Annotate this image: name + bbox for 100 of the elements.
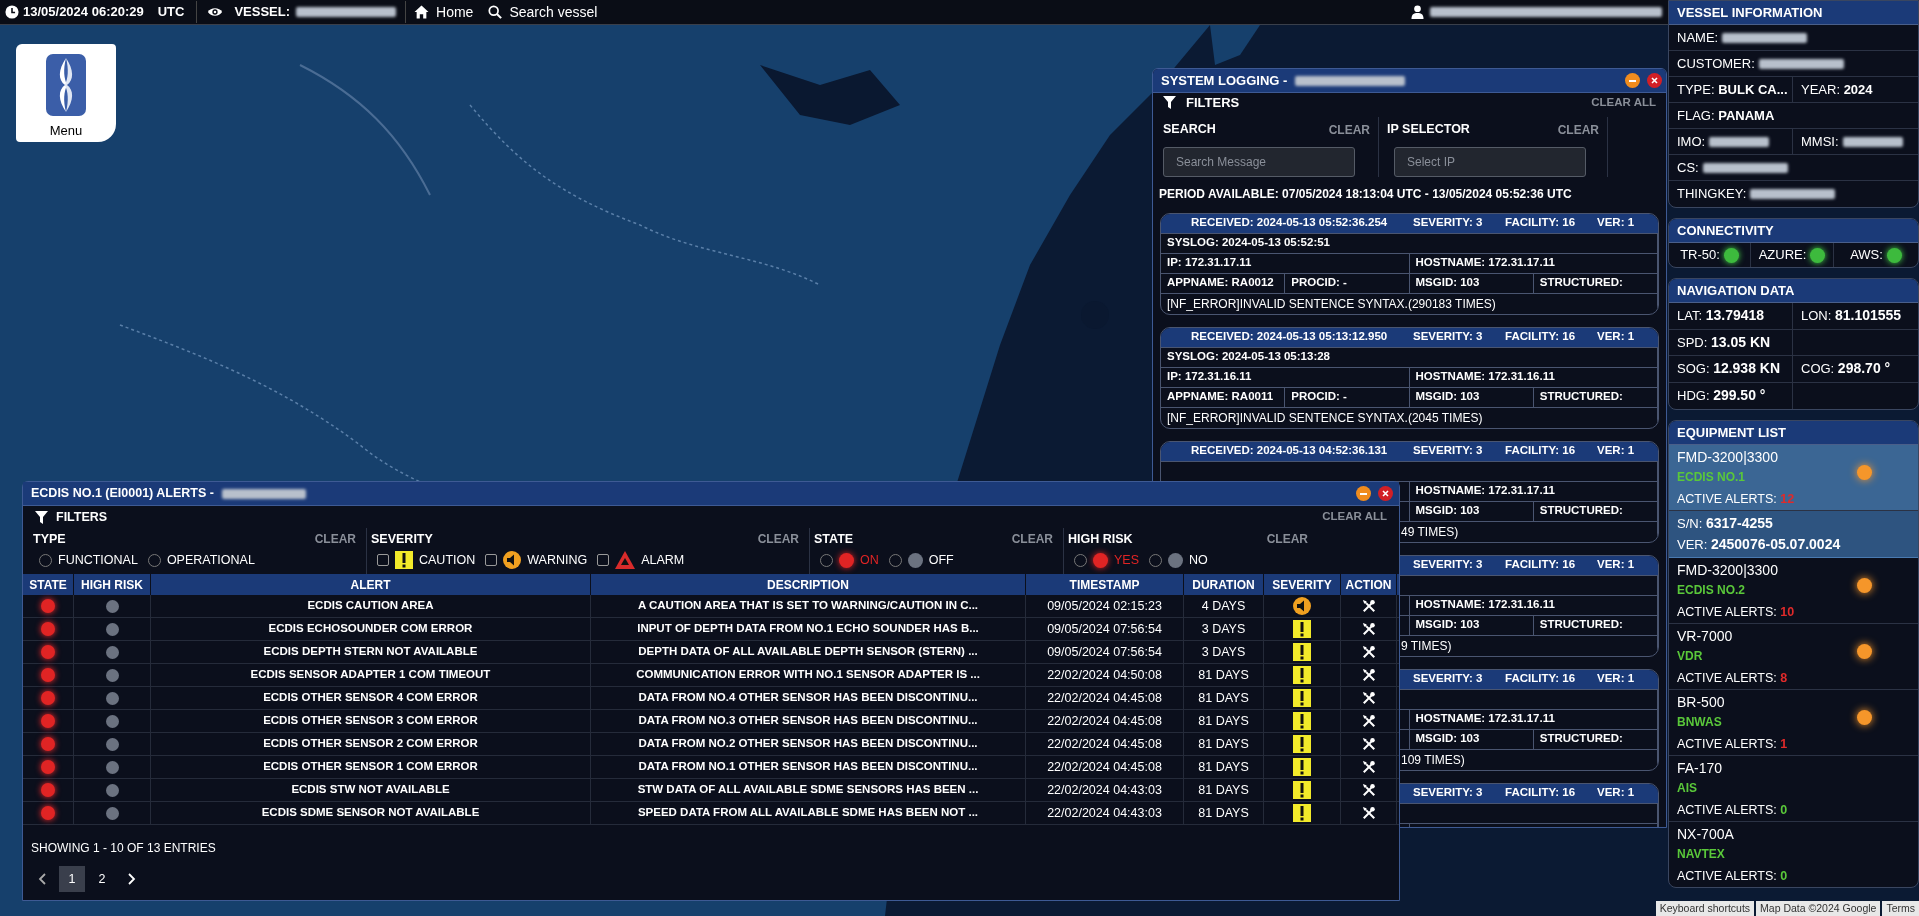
info-label: NAME: — [1677, 28, 1719, 47]
log-field: SEVERITY: 3 — [1413, 328, 1505, 346]
filter-label: STATE — [814, 530, 854, 548]
column-header[interactable]: ALERT — [151, 574, 591, 595]
clear-link[interactable]: CLEAR — [1557, 120, 1599, 139]
menu-button[interactable]: Menu — [16, 44, 116, 142]
equipment-model: FMD-3200|3300 — [1677, 561, 1779, 580]
table-cell-text: ECDIS SENSOR ADAPTER 1 COM TIMEOUT — [250, 667, 491, 683]
filter-option[interactable]: OFF — [888, 550, 954, 570]
log-message: 109 TIMES) — [1401, 751, 1465, 769]
clear-all-link[interactable]: CLEAR ALL — [1591, 94, 1656, 112]
tools-button[interactable] — [1361, 622, 1376, 636]
equipment-item[interactable]: FA-170 AIS ACTIVE ALERTS: 0 — [1669, 756, 1918, 822]
tools-button[interactable] — [1361, 645, 1376, 659]
column-header[interactable]: TIMESTAMP — [1026, 574, 1184, 595]
tools-button[interactable] — [1361, 691, 1376, 705]
equipment-item[interactable]: FMD-3200|3300 ECDIS NO.1 ACTIVE ALERTS: 12 — [1669, 445, 1918, 511]
table-cell-text: 09/05/2024 07:56:54 — [1047, 643, 1162, 661]
log-field: APPNAME: RA0012 — [1167, 274, 1274, 292]
table-cell-text: 81 DAYS — [1198, 804, 1249, 822]
timezone: UTC — [157, 3, 185, 22]
tools-button[interactable] — [1361, 760, 1376, 774]
equipment-name: BNWAS — [1677, 714, 1723, 731]
table-cell-text: ECDIS OTHER SENSOR 4 COM ERROR — [263, 690, 478, 706]
column-header[interactable]: DESCRIPTION — [591, 574, 1026, 595]
search-link[interactable]: Search vessel — [488, 1, 598, 23]
speaker-icon — [503, 551, 522, 569]
checkbox[interactable] — [597, 554, 610, 566]
column-header[interactable]: STATE — [23, 574, 74, 595]
clear-link[interactable]: CLEAR — [314, 530, 356, 548]
log-field: SEVERITY: 3 — [1413, 556, 1505, 574]
log-field: STRUCTURED: — [1539, 502, 1623, 520]
equipment-item[interactable]: NX-700A NAVTEX ACTIVE ALERTS: 0 — [1669, 822, 1918, 887]
filters-label: FILTERS — [56, 508, 108, 526]
map-attribution-link[interactable]: Terms — [1882, 901, 1919, 916]
log-field: MSGID: 103 — [1415, 502, 1480, 520]
filter-label: SEARCH — [1163, 121, 1216, 139]
ip-selector-field[interactable]: Select IP — [1394, 146, 1586, 177]
filter-option[interactable]: WARNING — [485, 550, 588, 570]
clear-link[interactable]: CLEAR — [1011, 530, 1053, 548]
tools-button[interactable] — [1361, 714, 1376, 728]
log-field: MSGID: 103 — [1415, 274, 1480, 292]
column-header[interactable]: ACTION — [1341, 574, 1397, 595]
table-cell-text: ECDIS OTHER SENSOR 1 COM ERROR — [263, 759, 478, 775]
minus-icon — [1629, 79, 1636, 82]
clear-all-link[interactable]: CLEAR ALL — [1322, 508, 1387, 526]
log-field: FACILITY: 16 — [1505, 556, 1597, 574]
search-field[interactable]: Search Message — [1163, 146, 1355, 177]
table-cell-text: ECDIS SDME SENSOR NOT AVAILABLE — [261, 805, 480, 821]
tools-button[interactable] — [1361, 806, 1376, 820]
equipment-item[interactable]: FMD-3200|3300 ECDIS NO.2 ACTIVE ALERTS: 10 — [1669, 558, 1918, 624]
map-attribution-link[interactable]: Map Data ©2024 Google — [1756, 901, 1881, 916]
equipment-item[interactable]: VR-7000 VDR ACTIVE ALERTS: 8 — [1669, 624, 1918, 690]
filter-option[interactable]: OPERATIONAL — [147, 550, 255, 570]
filter-option[interactable]: NO — [1149, 550, 1208, 570]
info-label: CS: — [1677, 158, 1699, 177]
filter-option[interactable]: YES — [1074, 550, 1139, 570]
column-header[interactable]: SEVERITY — [1264, 574, 1341, 595]
column-header[interactable]: DURATION — [1184, 574, 1264, 595]
equipment-model: VR-7000 — [1677, 627, 1734, 646]
page-button[interactable]: 1 — [59, 866, 85, 892]
page-button[interactable]: 2 — [89, 866, 115, 892]
filter-label: HIGH RISK — [1068, 530, 1133, 548]
logo-icon — [46, 54, 86, 116]
table-cell-text: DATA FROM NO.1 OTHER SENSOR HAS BEEN DISCONTINU... — [638, 759, 978, 775]
checkbox[interactable] — [485, 554, 498, 566]
filter-option[interactable]: ON — [820, 550, 879, 570]
log-field: RECEIVED: 2024-05-13 05:13:12.950 — [1191, 328, 1413, 346]
log-message: [NF_ERROR]INVALID SENTENCE SYNTAX.(290183 TIMES) — [1167, 295, 1496, 313]
map-attribution-link[interactable]: Keyboard shortcuts — [1655, 901, 1755, 916]
filter-option[interactable]: CAUTION — [377, 550, 476, 570]
log-field: HOSTNAME: 172.31.17.11 — [1415, 710, 1555, 728]
clear-link[interactable]: CLEAR — [1328, 120, 1370, 139]
table-cell-text: A CAUTION AREA THAT IS SET TO WARNING/CAUTION IN C... — [637, 598, 979, 614]
home-link[interactable]: Home — [414, 1, 474, 23]
tools-button[interactable] — [1361, 783, 1376, 797]
tools-button[interactable] — [1361, 668, 1376, 682]
tools-button[interactable] — [1361, 737, 1376, 751]
tools-icon — [1361, 783, 1376, 797]
table-cell-text: ECDIS CAUTION AREA — [307, 598, 434, 614]
panel-title: NAVIGATION DATA — [1669, 279, 1918, 303]
table-cell-text: 3 DAYS — [1201, 620, 1246, 638]
filter-option[interactable]: FUNCTIONAL — [39, 550, 138, 570]
minimize-button[interactable] — [1356, 486, 1371, 501]
log-field: VER: 1 — [1597, 214, 1658, 232]
clear-link[interactable]: CLEAR — [757, 530, 799, 548]
tools-button[interactable] — [1361, 599, 1376, 613]
close-button[interactable] — [1647, 73, 1662, 88]
table-cell-text: 22/02/2024 04:45:08 — [1047, 758, 1162, 776]
close-button[interactable] — [1378, 486, 1393, 501]
equipment-item[interactable]: BR-500 BNWAS ACTIVE ALERTS: 1 — [1669, 690, 1918, 756]
filter-option[interactable]: ALARM — [597, 550, 685, 570]
table-cell-text: ECDIS OTHER SENSOR 3 COM ERROR — [263, 713, 478, 729]
table-cell-text: ECDIS STW NOT AVAILABLE — [291, 782, 450, 798]
log-field: SEVERITY: 3 — [1413, 214, 1505, 232]
column-header[interactable]: HIGH RISK — [74, 574, 151, 595]
clear-link[interactable]: CLEAR — [1266, 530, 1308, 548]
entries-summary: SHOWING 1 - 10 OF 13 ENTRIES — [31, 840, 217, 857]
minimize-button[interactable] — [1625, 73, 1640, 88]
checkbox[interactable] — [377, 554, 389, 566]
